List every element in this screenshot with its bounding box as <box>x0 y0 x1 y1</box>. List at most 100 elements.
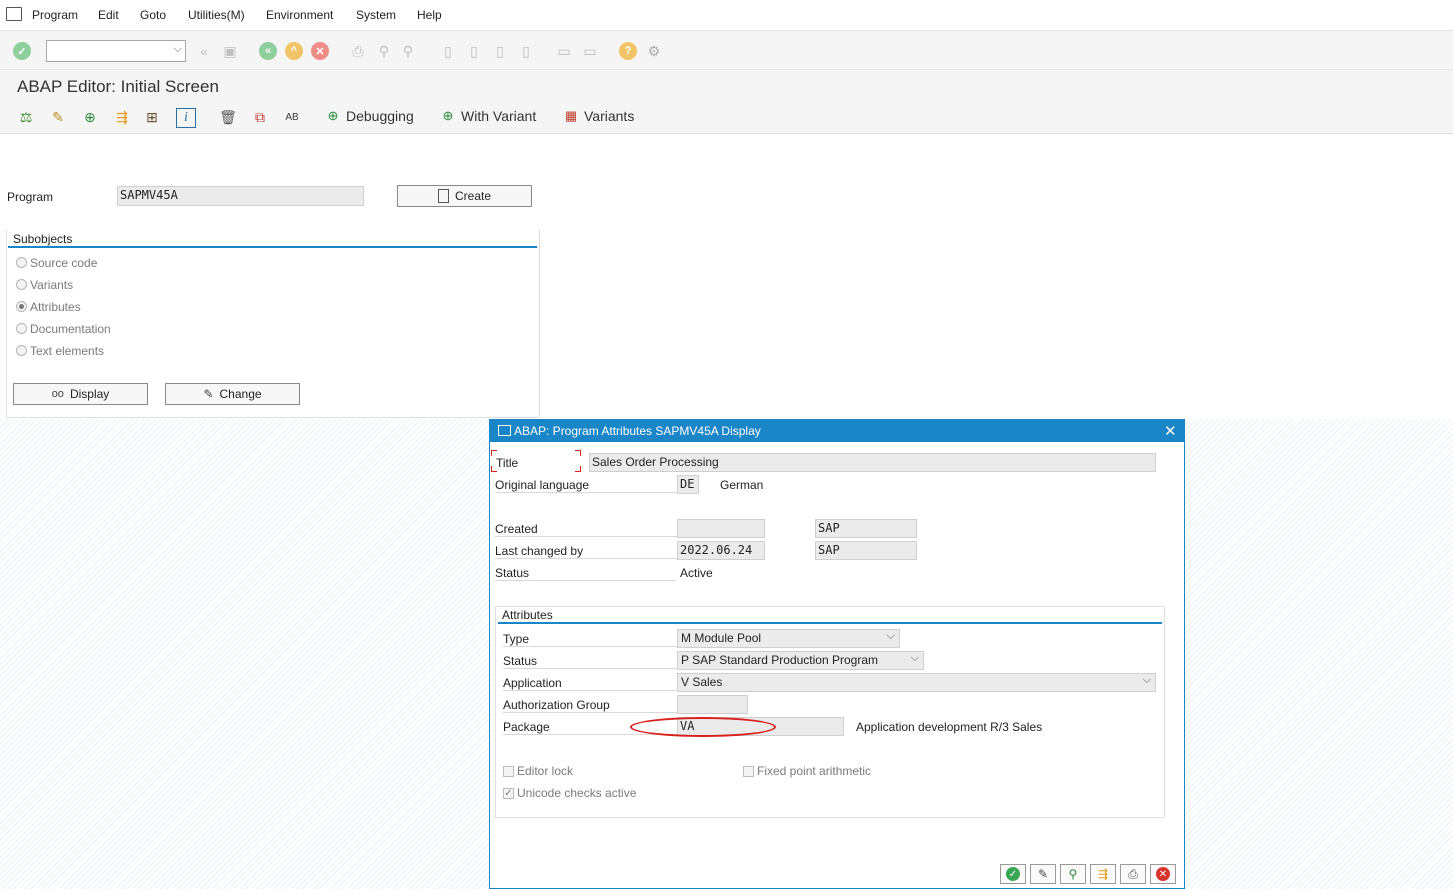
edit-button[interactable]: ✎ <box>1030 864 1056 884</box>
menu-program[interactable]: Program <box>32 8 78 22</box>
type-dropdown[interactable]: M Module Pool ⌵ <box>677 629 900 648</box>
title-label: Title <box>496 456 519 470</box>
status-value: Active <box>680 566 713 580</box>
back-icon[interactable]: « <box>259 42 277 60</box>
unicode-label: Unicode checks active <box>517 786 637 800</box>
rename-icon[interactable]: AB <box>283 108 301 126</box>
program-input[interactable]: SAPMV45A <box>117 186 364 206</box>
cancel-icon: ✕ <box>1156 867 1170 881</box>
navigate-button[interactable]: ⇶ <box>1090 864 1116 884</box>
check-icon: ✓ <box>1006 867 1020 881</box>
save-icon[interactable]: ▣ <box>221 42 239 60</box>
print-icon[interactable]: ⎙ <box>349 42 367 60</box>
display-label: Display <box>69 387 110 401</box>
enter-icon[interactable]: ✓ <box>13 42 31 60</box>
magic-wand-icon[interactable]: ✎ <box>49 108 67 126</box>
copy-icon[interactable]: ⧉ <box>251 108 269 126</box>
fixed-point-label: Fixed point arithmetic <box>757 764 872 778</box>
with-variant-button[interactable]: ⊕ With Variant <box>440 108 537 124</box>
page-title: ABAP Editor: Initial Screen <box>17 77 219 96</box>
radio-label-documentation: Documentation <box>30 322 111 336</box>
other-object-icon[interactable]: ⚖ <box>17 108 35 126</box>
close-icon[interactable]: ✕ <box>1164 422 1177 440</box>
activate-icon[interactable]: ⊕ <box>81 108 99 126</box>
menu-system[interactable]: System <box>356 8 396 22</box>
cancel-icon[interactable]: ✕ <box>311 42 329 60</box>
find-next-icon[interactable]: ⚲ <box>399 42 417 60</box>
menu-help[interactable]: Help <box>417 8 442 22</box>
display-button[interactable]: oo Display <box>13 383 148 405</box>
radio-attributes[interactable] <box>16 301 27 312</box>
attributes-divider <box>498 622 1162 624</box>
unicode-checkbox[interactable]: ✓ <box>503 788 514 799</box>
title-bar: ABAP Editor: Initial Screen <box>0 70 1453 100</box>
menu-environment[interactable]: Environment <box>266 8 333 22</box>
application-dropdown[interactable]: V Sales ⌵ <box>677 673 1156 692</box>
where-used-icon[interactable]: ⇶ <box>113 108 131 126</box>
glasses-icon: oo <box>51 388 64 400</box>
menu-utilities[interactable]: Utilities(M) <box>188 8 245 22</box>
radio-label-variants: Variants <box>30 278 74 292</box>
delete-icon[interactable]: 🗑 <box>219 108 237 126</box>
back-arrows-icon[interactable]: « <box>195 42 213 60</box>
search-icon: ⚲ <box>1068 867 1078 881</box>
type-value: M Module Pool <box>681 631 762 645</box>
last-changed-date-field[interactable]: 2022.06.24 <box>677 541 765 560</box>
debugging-button[interactable]: ⊕ Debugging <box>325 108 414 124</box>
create-button[interactable]: Create <box>397 185 532 207</box>
cancel-button[interactable]: ✕ <box>1150 864 1176 884</box>
exit-icon[interactable]: ^ <box>285 42 303 60</box>
status-dropdown[interactable]: P SAP Standard Production Program ⌵ <box>677 651 924 670</box>
info-icon[interactable]: i <box>176 108 196 128</box>
title-field[interactable]: Sales Order Processing <box>589 453 1156 472</box>
with-variant-label: With Variant <box>461 108 537 124</box>
status2-label: Status <box>503 654 677 669</box>
radio-label-text-elements: Text elements <box>30 344 105 358</box>
print-button[interactable]: ⎙ <box>1120 864 1146 884</box>
original-language-field[interactable]: DE <box>677 475 699 494</box>
radio-text-elements[interactable] <box>16 345 27 356</box>
standard-toolbar: ✓ ⌵ « ▣ « ^ ✕ ⎙ ⚲ ⚲ ▯ ▯ ▯ ▯ ▭ ▭ ? ⚙ <box>0 31 1453 70</box>
radio-variants[interactable] <box>16 279 27 290</box>
chevron-down-icon: ⌵ <box>1142 674 1151 686</box>
variants-button[interactable]: ▦ Variants <box>563 108 634 124</box>
continue-button[interactable]: ✓ <box>1000 864 1026 884</box>
window-icon <box>498 425 511 436</box>
menu-edit[interactable]: Edit <box>98 8 119 22</box>
fixed-point-checkbox[interactable] <box>743 766 754 777</box>
search-button[interactable]: ⚲ <box>1060 864 1086 884</box>
last-changed-by-field[interactable]: SAP <box>815 541 917 560</box>
program-attributes-dialog: ABAP: Program Attributes SAPMV45A Displa… <box>489 419 1185 889</box>
radio-documentation[interactable] <box>16 323 27 334</box>
object-list-icon[interactable]: ⊞ <box>143 108 161 126</box>
change-button[interactable]: ✎ Change <box>165 383 300 405</box>
status-label: Status <box>495 566 677 581</box>
hierarchy-icon: ⇶ <box>1097 867 1109 881</box>
first-page-icon[interactable]: ▯ <box>439 42 457 60</box>
radio-label-source-code: Source code <box>30 256 98 270</box>
dialog-header: ABAP: Program Attributes SAPMV45A Displa… <box>490 420 1184 442</box>
system-menu-icon[interactable] <box>6 7 22 21</box>
authorization-group-field[interactable] <box>677 695 748 714</box>
command-field[interactable]: ⌵ <box>46 40 186 62</box>
created-by-field[interactable]: SAP <box>815 519 917 538</box>
radio-source-code[interactable] <box>16 257 27 268</box>
original-language-name: German <box>720 478 764 492</box>
help-icon[interactable]: ? <box>619 42 637 60</box>
program-label: Program <box>7 190 54 204</box>
create-label: Create <box>454 189 492 203</box>
last-page-icon[interactable]: ▯ <box>517 42 535 60</box>
find-icon[interactable]: ⚲ <box>375 42 393 60</box>
previous-page-icon[interactable]: ▯ <box>465 42 483 60</box>
gear-icon[interactable]: ⚙ <box>645 42 663 60</box>
created-date-field[interactable] <box>677 519 765 538</box>
chevron-down-icon[interactable]: ⌵ <box>174 43 182 56</box>
shortcut-icon[interactable]: ▭ <box>581 42 599 60</box>
menu-goto[interactable]: Goto <box>140 8 166 22</box>
editor-lock-checkbox[interactable] <box>503 766 514 777</box>
document-icon <box>437 189 449 203</box>
original-language-label: Original language <box>495 478 677 493</box>
next-page-icon[interactable]: ▯ <box>491 42 509 60</box>
new-session-icon[interactable]: ▭ <box>555 42 573 60</box>
variants-label: Variants <box>584 108 635 124</box>
